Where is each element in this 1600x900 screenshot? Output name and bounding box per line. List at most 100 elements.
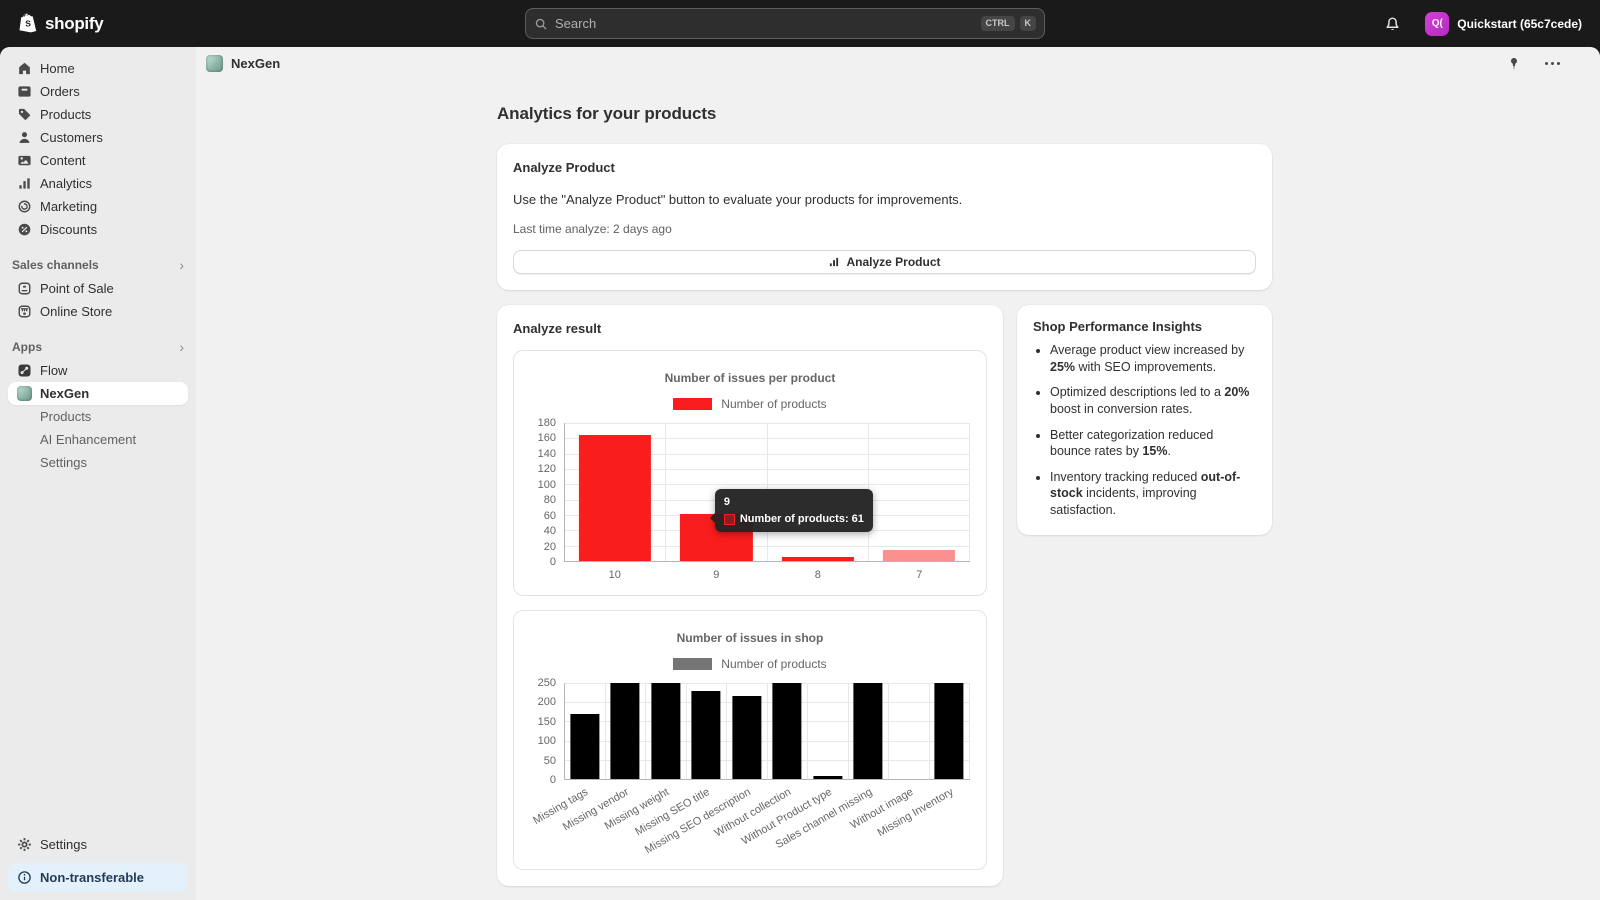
sidebar-item-marketing[interactable]: Marketing bbox=[8, 195, 188, 218]
bar[interactable] bbox=[651, 683, 680, 779]
notifications-button[interactable] bbox=[1377, 9, 1407, 39]
chevron-right-icon[interactable]: › bbox=[179, 339, 184, 355]
x-tick-label: 10 bbox=[564, 569, 666, 585]
shopify-logo[interactable]: S shopify bbox=[0, 12, 103, 35]
discounts-icon bbox=[16, 222, 32, 238]
chart-body: 1801601401201008060402009Number of produ… bbox=[530, 423, 970, 562]
shopify-admin: S shopify CTRL K Q( Quickstart (65c7c bbox=[0, 0, 1600, 900]
insight-item: Better categorization reduced bounce rat… bbox=[1050, 427, 1256, 460]
x-tick-label: 8 bbox=[767, 569, 869, 585]
tooltip-label: Number of products: 61 bbox=[740, 513, 864, 525]
y-tick-label: 140 bbox=[538, 448, 556, 460]
orders-icon bbox=[16, 84, 32, 100]
y-tick-label: 0 bbox=[550, 556, 556, 568]
y-tick-label: 20 bbox=[544, 541, 556, 553]
chart-legend: Number of products bbox=[530, 397, 970, 411]
content-scroll: Analytics for your products Analyze Prod… bbox=[196, 80, 1600, 900]
bar[interactable] bbox=[782, 557, 854, 561]
bar-slot bbox=[849, 683, 890, 779]
sidebar-item-products[interactable]: Products bbox=[8, 103, 188, 126]
app-header: NexGen bbox=[196, 47, 1600, 80]
sidebar-item-analytics[interactable]: Analytics bbox=[8, 172, 188, 195]
sidebar-item-discounts[interactable]: Discounts bbox=[8, 218, 188, 241]
analyze-product-card: Analyze Product Use the "Analyze Product… bbox=[497, 144, 1272, 290]
admin-frame: Home Orders Products Customers C bbox=[0, 47, 1600, 900]
bar[interactable] bbox=[935, 683, 964, 779]
shop-performance-insights-card: Shop Performance Insights Average produc… bbox=[1017, 305, 1272, 535]
x-tick-label: 9 bbox=[666, 569, 768, 585]
analyze-result-card: Analyze result Number of issues per prod… bbox=[497, 305, 1003, 886]
bar-slot bbox=[889, 683, 930, 779]
bar[interactable] bbox=[854, 683, 883, 779]
issues-in-shop-bar-chart[interactable]: Number of issues in shopNumber of produc… bbox=[530, 631, 970, 859]
y-axis: 250200150100500 bbox=[530, 683, 564, 780]
sidebar-item-flow[interactable]: Flow bbox=[8, 359, 188, 382]
issues-per-product-bar-chart[interactable]: Number of issues per product Number of pr… bbox=[530, 371, 970, 585]
sidebar-item-online-store[interactable]: Online Store bbox=[8, 300, 188, 323]
sidebar-item-content[interactable]: Content bbox=[8, 149, 188, 172]
chart-title: Number of issues per product bbox=[530, 371, 970, 385]
search-input[interactable] bbox=[555, 16, 976, 31]
bar[interactable] bbox=[883, 550, 955, 562]
account-menu[interactable]: Q( Quickstart (65c7cede) bbox=[1421, 8, 1590, 40]
bar-chart-icon bbox=[828, 256, 840, 268]
chevron-right-icon[interactable]: › bbox=[179, 257, 184, 273]
legend-swatch bbox=[673, 658, 712, 670]
page-title: Analytics for your products bbox=[497, 104, 1272, 124]
sidebar-item-customers[interactable]: Customers bbox=[8, 126, 188, 149]
non-transferable-banner[interactable]: Non-transferable bbox=[8, 863, 188, 892]
sidebar-item-home[interactable]: Home bbox=[8, 57, 188, 80]
bell-icon bbox=[1384, 15, 1401, 32]
account-label: Quickstart (65c7cede) bbox=[1457, 17, 1582, 31]
analyze-product-button[interactable]: Analyze Product bbox=[513, 250, 1256, 274]
x-axis: Missing tagsMissing vendorMissing weight… bbox=[564, 783, 970, 859]
y-tick-label: 40 bbox=[544, 525, 556, 537]
customers-icon bbox=[16, 130, 32, 146]
app-header-title: NexGen bbox=[231, 56, 280, 71]
y-tick-label: 120 bbox=[538, 463, 556, 475]
ellipsis-icon bbox=[1545, 62, 1560, 65]
bar-slot bbox=[869, 423, 970, 561]
tag-icon bbox=[16, 107, 32, 123]
sidebar-item-nexgen-ai-enhancement[interactable]: AI Enhancement bbox=[8, 428, 188, 451]
bar-slot bbox=[565, 423, 666, 561]
bar[interactable] bbox=[570, 714, 599, 779]
global-search[interactable]: CTRL K bbox=[525, 8, 1045, 39]
insight-item: Optimized descriptions led to a 20% boos… bbox=[1050, 384, 1256, 417]
analyze-card-description: Use the "Analyze Product" button to eval… bbox=[513, 192, 1256, 207]
y-tick-label: 100 bbox=[538, 479, 556, 491]
more-actions-button[interactable] bbox=[1540, 52, 1564, 76]
tooltip-title: 9 bbox=[724, 496, 864, 508]
kbd-k: K bbox=[1020, 16, 1037, 31]
kbd-ctrl: CTRL bbox=[981, 16, 1015, 31]
x-tick-label: 7 bbox=[869, 569, 971, 585]
pin-button[interactable] bbox=[1502, 52, 1526, 76]
shopify-bag-icon: S bbox=[18, 12, 39, 35]
sidebar-item-nexgen[interactable]: NexGen bbox=[8, 382, 188, 405]
bar[interactable] bbox=[732, 696, 761, 779]
legend-swatch bbox=[673, 398, 712, 410]
bar[interactable] bbox=[813, 776, 842, 779]
search-icon bbox=[534, 17, 548, 31]
sidebar-item-nexgen-settings[interactable]: Settings bbox=[8, 451, 188, 474]
y-tick-label: 60 bbox=[544, 510, 556, 522]
bar[interactable] bbox=[773, 683, 802, 779]
sidebar-item-orders[interactable]: Orders bbox=[8, 80, 188, 103]
main-area: NexGen Analytics for your products Analy… bbox=[196, 47, 1600, 900]
content-icon bbox=[16, 153, 32, 169]
sidebar-item-nexgen-products[interactable]: Products bbox=[8, 405, 188, 428]
sidebar-item-point-of-sale[interactable]: Point of Sale bbox=[8, 277, 188, 300]
plot-area bbox=[564, 683, 970, 780]
marketing-icon bbox=[16, 199, 32, 215]
nexgen-app-icon bbox=[206, 55, 223, 72]
bar[interactable] bbox=[692, 691, 721, 779]
chart-card-issues-per-product: Number of issues per product Number of pr… bbox=[513, 350, 987, 596]
bar-slots bbox=[565, 683, 970, 779]
bar[interactable] bbox=[611, 683, 640, 779]
bar-slot bbox=[930, 683, 971, 779]
last-analyze-timestamp: Last time analyze: 2 days ago bbox=[513, 222, 1256, 236]
sales-channels-header: Sales channels › bbox=[8, 255, 188, 275]
chart-tooltip: 9 Number of products: 61 bbox=[715, 489, 873, 532]
sidebar-item-settings[interactable]: Settings bbox=[8, 833, 188, 856]
bar[interactable] bbox=[579, 435, 651, 562]
